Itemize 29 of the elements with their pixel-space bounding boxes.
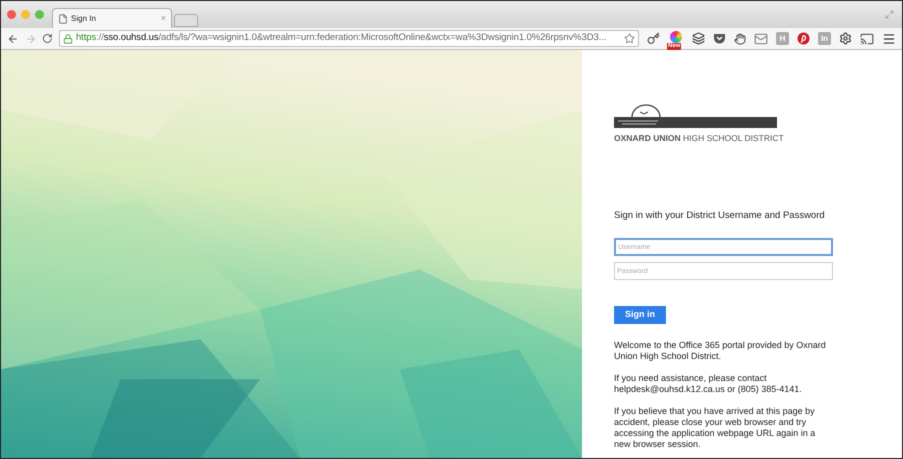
page-icon bbox=[58, 14, 68, 24]
hand-icon[interactable] bbox=[734, 32, 746, 44]
reload-icon[interactable] bbox=[42, 33, 53, 44]
settings-icon[interactable] bbox=[839, 32, 852, 45]
pin-icon[interactable] bbox=[797, 32, 810, 45]
menu-icon[interactable] bbox=[882, 32, 896, 46]
mail-icon[interactable] bbox=[754, 32, 768, 46]
address-bar[interactable]: https://sso.ouhsd.us/adfs/ls/?wa=wsignin1.0&wtrealm=urn:federation:MicrosoftOnline&wctx=wa%3Dwsignin1.0%26rpsnv%3D3... bbox=[59, 30, 640, 47]
lock-icon bbox=[63, 34, 73, 44]
url-text: https://sso.ouhsd.us/adfs/ls/?wa=wsignin1.0&wtrealm=urn:federation:MicrosoftOnline&wctx=wa%3Dwsignin1.0%26rpsnv%3D3... bbox=[76, 31, 608, 46]
close-window-icon[interactable] bbox=[7, 10, 16, 19]
bookmark-star-icon[interactable] bbox=[624, 33, 636, 44]
district-name: OXNARD UNION HIGH SCHOOL DISTRICT bbox=[614, 132, 785, 145]
cast-icon[interactable] bbox=[860, 32, 874, 46]
sign-in-button[interactable]: Sign in bbox=[614, 306, 666, 324]
extension-icon[interactable]: H bbox=[776, 32, 790, 45]
pocket-icon[interactable] bbox=[713, 32, 726, 44]
form-heading: Sign in with your District Username and Password bbox=[614, 208, 826, 223]
extension-icon[interactable]: In bbox=[818, 32, 832, 45]
info-paragraph: If you believe that you have arrived at this page by accident, please close your web browser and try accessing the application webpage URL again in a new browser session. bbox=[614, 406, 816, 450]
tab-close-button[interactable]: × bbox=[160, 12, 166, 26]
back-icon[interactable] bbox=[7, 32, 19, 44]
layers-icon[interactable] bbox=[692, 32, 706, 45]
key-icon[interactable] bbox=[647, 32, 660, 45]
info-paragraph: Welcome to the Office 365 portal provided by Oxnard Union High School District. bbox=[614, 340, 827, 362]
logo-icon bbox=[614, 103, 777, 130]
info-paragraph: If you need assistance, please contact helpdesk@ouhsd.k12.ca.us or (805) 385-4141. bbox=[614, 373, 803, 395]
tab-title: Sign In bbox=[71, 12, 97, 24]
browser-tab[interactable]: Sign In × bbox=[52, 8, 172, 28]
